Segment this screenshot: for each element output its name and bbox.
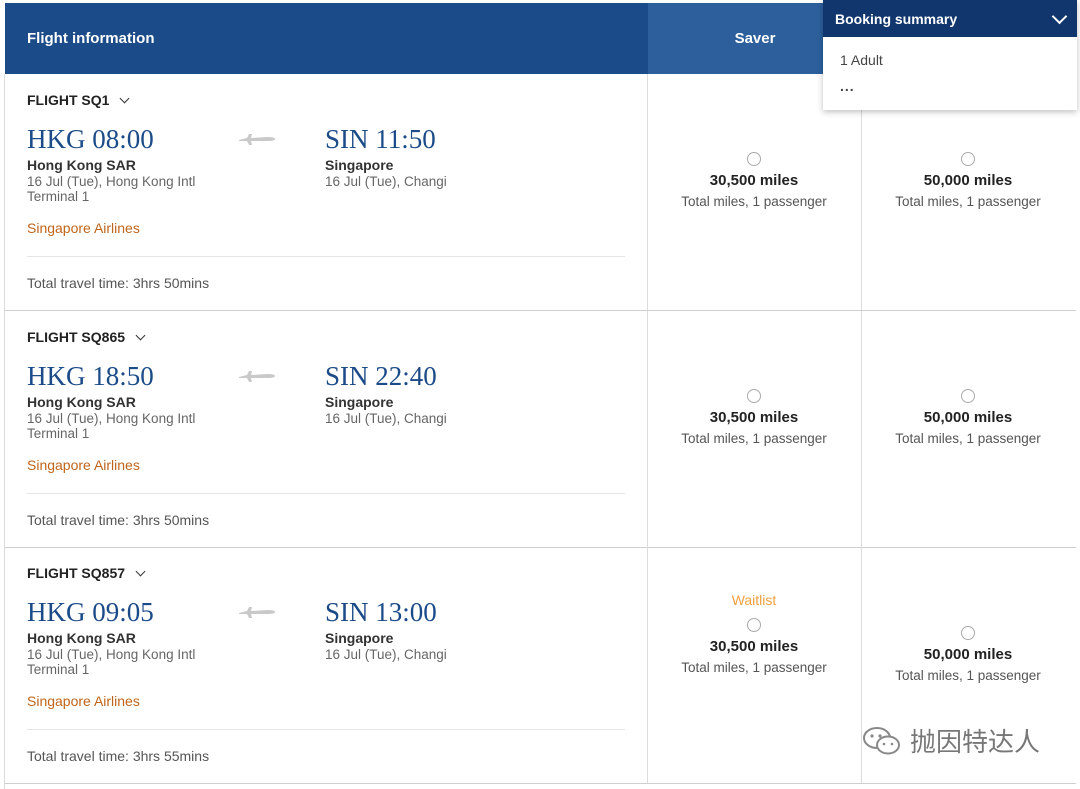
- arrival-details: 16 Jul (Tue), Changi: [325, 647, 447, 663]
- arrival-time: SIN 13:00: [325, 597, 437, 627]
- departure-city: Hong Kong SAR: [27, 157, 136, 173]
- saver-miles-note: Total miles, 1 passenger: [681, 660, 827, 675]
- flight-results: Flight information Saver FLIGHT SQ1 HKG …: [0, 0, 1080, 789]
- chevron-down-icon: [135, 330, 146, 340]
- saver-miles: 30,500 miles: [709, 638, 799, 655]
- row-separator: [27, 493, 625, 494]
- arrival-details: 16 Jul (Tue), Changi: [325, 411, 447, 427]
- plane-icon: [239, 607, 275, 618]
- departure-time: HKG 18:50: [27, 361, 154, 391]
- saver-miles: 30,500 miles: [709, 409, 799, 426]
- arrival-time: SIN 22:40: [325, 361, 437, 391]
- arrival-city: Singapore: [325, 157, 394, 173]
- plane-icon: [239, 134, 275, 145]
- passenger-count: 1 Adult: [840, 52, 883, 68]
- departure-details: 16 Jul (Tue), Hong Kong Intl Terminal 1: [27, 411, 196, 441]
- departure-terminal: Terminal 1: [27, 661, 90, 677]
- departure-time: HKG 08:00: [27, 124, 154, 154]
- saver-fare-option[interactable]: 30,500 miles Total miles, 1 passenger: [647, 152, 861, 209]
- flight-number: FLIGHT SQ865: [27, 329, 126, 345]
- departure-date-airport: 16 Jul (Tue), Hong Kong Intl: [27, 411, 196, 426]
- total-travel-time: Total travel time: 3hrs 55mins: [27, 748, 210, 764]
- advantage-miles: 50,000 miles: [923, 646, 1013, 663]
- chevron-down-icon: [135, 566, 146, 576]
- row-separator: [27, 729, 625, 730]
- header-saver-label: Saver: [734, 30, 776, 47]
- airline-name: Singapore Airlines: [27, 693, 140, 709]
- advantage-radio[interactable]: [961, 626, 975, 640]
- advantage-fare-option[interactable]: 50,000 miles Total miles, 1 passenger: [861, 152, 1075, 209]
- airline-name: Singapore Airlines: [27, 457, 140, 473]
- row-separator: [27, 256, 625, 257]
- total-travel-time: Total travel time: 3hrs 50mins: [27, 512, 210, 528]
- airline-name: Singapore Airlines: [27, 220, 140, 236]
- departure-city: Hong Kong SAR: [27, 394, 136, 410]
- flight-label-toggle[interactable]: FLIGHT SQ865: [27, 329, 146, 345]
- saver-miles: 30,500 miles: [709, 172, 799, 189]
- booking-summary-toggle[interactable]: Booking summary: [823, 0, 1077, 37]
- total-travel-time: Total travel time: 3hrs 50mins: [27, 275, 210, 291]
- chevron-down-icon: [120, 93, 130, 103]
- saver-miles-note: Total miles, 1 passenger: [681, 194, 827, 209]
- advantage-miles: 50,000 miles: [923, 409, 1013, 426]
- saver-radio[interactable]: [747, 389, 761, 403]
- departure-city: Hong Kong SAR: [27, 630, 136, 646]
- flight-number: FLIGHT SQ1: [27, 92, 110, 108]
- waitlist-label: Waitlist: [731, 592, 777, 608]
- advantage-miles-note: Total miles, 1 passenger: [895, 668, 1041, 683]
- watermark: 抛因特达人: [862, 722, 1040, 759]
- arrival-time: SIN 11:50: [325, 124, 436, 154]
- advantage-miles: 50,000 miles: [923, 172, 1013, 189]
- flight-label-toggle[interactable]: FLIGHT SQ857: [27, 565, 146, 581]
- departure-time: HKG 09:05: [27, 597, 154, 627]
- arrival-details: 16 Jul (Tue), Changi: [325, 174, 447, 190]
- saver-fare-option[interactable]: Waitlist 30,500 miles Total miles, 1 pas…: [647, 592, 861, 675]
- departure-terminal: Terminal 1: [27, 425, 90, 441]
- chevron-down-icon: [1051, 8, 1068, 24]
- booking-summary-title: Booking summary: [835, 10, 958, 27]
- saver-radio[interactable]: [747, 618, 761, 632]
- saver-radio[interactable]: [747, 152, 761, 166]
- saver-fare-option[interactable]: 30,500 miles Total miles, 1 passenger: [647, 389, 861, 446]
- saver-miles-note: Total miles, 1 passenger: [681, 431, 827, 446]
- advantage-fare-option[interactable]: 50,000 miles Total miles, 1 passenger: [861, 389, 1075, 446]
- flight-number: FLIGHT SQ857: [27, 565, 126, 581]
- advantage-radio[interactable]: [961, 389, 975, 403]
- advantage-miles-note: Total miles, 1 passenger: [895, 194, 1041, 209]
- flight-row-sq865: FLIGHT SQ865 HKG 18:50 Hong Kong SAR 16 …: [5, 311, 1076, 548]
- arrival-date-airport: 16 Jul (Tue), Changi: [325, 411, 447, 426]
- chat-bubble-icon: [863, 726, 900, 754]
- arrival-city: Singapore: [325, 394, 394, 410]
- header-flight-information: Flight information: [5, 3, 648, 74]
- advantage-radio[interactable]: [961, 152, 975, 166]
- header-flight-information-label: Flight information: [27, 30, 155, 47]
- departure-details: 16 Jul (Tue), Hong Kong Intl Terminal 1: [27, 174, 196, 204]
- departure-details: 16 Jul (Tue), Hong Kong Intl Terminal 1: [27, 647, 196, 677]
- departure-date-airport: 16 Jul (Tue), Hong Kong Intl: [27, 174, 196, 189]
- watermark-text: 抛因特达人: [910, 727, 1041, 757]
- arrival-city: Singapore: [325, 630, 394, 646]
- more-ellipsis: ...: [840, 78, 855, 94]
- arrival-date-airport: 16 Jul (Tue), Changi: [325, 647, 447, 662]
- advantage-fare-option[interactable]: 50,000 miles Total miles, 1 passenger: [861, 626, 1075, 683]
- flight-label-toggle[interactable]: FLIGHT SQ1: [27, 92, 130, 108]
- arrival-date-airport: 16 Jul (Tue), Changi: [325, 174, 447, 189]
- plane-icon: [239, 371, 275, 382]
- booking-summary-panel: Booking summary 1 Adult ...: [823, 0, 1077, 110]
- advantage-miles-note: Total miles, 1 passenger: [895, 431, 1041, 446]
- departure-date-airport: 16 Jul (Tue), Hong Kong Intl: [27, 647, 196, 662]
- departure-terminal: Terminal 1: [27, 188, 90, 204]
